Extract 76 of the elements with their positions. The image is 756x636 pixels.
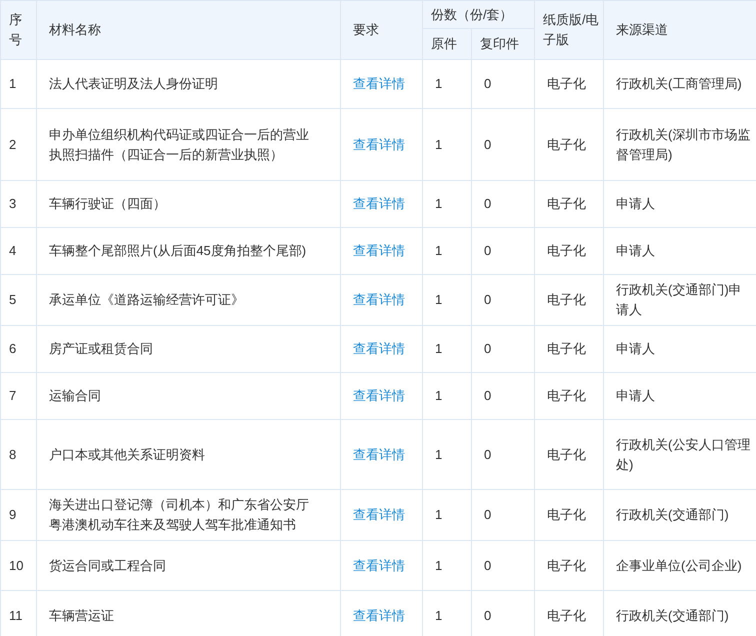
original-count: 1	[435, 195, 442, 213]
material-name: 申办单位组织机构代码证或四证合一后的营业执照扫描件（四证合一后的新营业执照）	[49, 126, 310, 164]
row-number: 10	[9, 556, 24, 574]
row-number: 7	[9, 387, 16, 405]
copy-count: 0	[484, 291, 492, 309]
column-header: 序号	[9, 11, 22, 49]
source-channel: 申请人	[616, 242, 656, 260]
format-cell-text: 电子化	[547, 506, 586, 524]
copy-count: 0	[484, 136, 492, 154]
original-count: 1	[435, 556, 442, 574]
row-number: 1	[9, 75, 16, 93]
row-number: 6	[9, 340, 16, 358]
row-number: 11	[9, 606, 22, 624]
column-header: 来源渠道	[616, 21, 668, 39]
original-count: 1	[435, 446, 442, 464]
column-header: 份数（份/套）	[431, 6, 513, 24]
format-cell-text: 电子化	[547, 75, 586, 93]
source-channel: 行政机关(交通部门)申请人	[616, 281, 743, 319]
original-count: 1	[435, 340, 442, 358]
details-link[interactable]: 查看详情	[353, 134, 405, 154]
material-name: 车辆营运证	[49, 606, 115, 624]
copy-count: 0	[484, 195, 492, 213]
copy-count: 0	[484, 387, 492, 405]
source-channel: 行政机关(工商管理局)	[616, 75, 743, 93]
copy-count: 0	[484, 606, 492, 624]
material-name: 法人代表证明及法人身份证明	[49, 75, 219, 93]
original-count: 1	[435, 136, 442, 154]
copy-count: 0	[484, 340, 492, 358]
format-cell-text: 电子化	[547, 291, 586, 309]
column-header: 要求	[353, 21, 379, 39]
material-name: 户口本或其他关系证明资料	[49, 446, 206, 464]
format-cell-text: 电子化	[547, 556, 586, 574]
original-count: 1	[435, 291, 442, 309]
copy-count: 0	[484, 242, 492, 260]
source-channel: 申请人	[616, 387, 656, 405]
row-number: 3	[9, 195, 16, 213]
original-count: 1	[435, 606, 442, 624]
original-count: 1	[435, 242, 442, 260]
format-cell-text: 电子化	[547, 606, 586, 624]
source-channel: 企事业单位(公司企业)	[616, 556, 743, 575]
format-cell-text: 电子化	[547, 340, 586, 358]
source-channel: 行政机关(深圳市市场监督管理局)	[616, 126, 752, 164]
column-header: 原件	[431, 35, 457, 53]
format-cell-text: 电子化	[547, 387, 586, 405]
original-count: 1	[435, 506, 442, 524]
material-name: 车辆整个尾部照片(从后面45度角拍整个尾部)	[49, 242, 308, 260]
row-number: 9	[9, 506, 16, 524]
column-header: 材料名称	[49, 21, 101, 39]
format-cell-text: 电子化	[547, 242, 586, 260]
material-name: 车辆行驶证（四面）	[49, 195, 167, 213]
material-name: 运输合同	[49, 387, 102, 405]
copy-count: 0	[484, 556, 492, 574]
copy-count: 0	[484, 446, 492, 464]
source-channel: 申请人	[616, 195, 656, 213]
original-count: 1	[435, 75, 442, 93]
material-name: 房产证或租赁合同	[49, 340, 154, 358]
column-header: 复印件	[480, 35, 519, 53]
source-channel: 行政机关(交通部门)	[616, 506, 730, 524]
row-number: 5	[9, 291, 16, 309]
material-name: 海关进出口登记簿（司机本）和广东省公安厅粤港澳机动车往来及驾驶人驾车批准通知书	[49, 496, 310, 534]
copy-count: 0	[484, 506, 492, 524]
details-link[interactable]: 查看详情	[353, 444, 405, 464]
row-number: 4	[9, 242, 16, 260]
source-channel: 行政机关(公安人口管理处)	[616, 436, 752, 474]
copy-count: 0	[484, 75, 492, 93]
format-cell-text: 电子化	[547, 446, 586, 464]
format-cell-text: 电子化	[547, 195, 586, 213]
row-number: 2	[9, 136, 16, 154]
source-channel: 行政机关(交通部门)	[616, 606, 730, 625]
material-name: 货运合同或工程合同	[49, 556, 167, 574]
source-channel: 申请人	[616, 340, 656, 358]
row-number: 8	[9, 446, 16, 464]
column-header: 纸质版/电子版	[543, 11, 600, 49]
original-count: 1	[435, 387, 442, 405]
material-name: 承运单位《道路运输经营许可证》	[49, 291, 245, 309]
format-cell-text: 电子化	[547, 136, 586, 154]
